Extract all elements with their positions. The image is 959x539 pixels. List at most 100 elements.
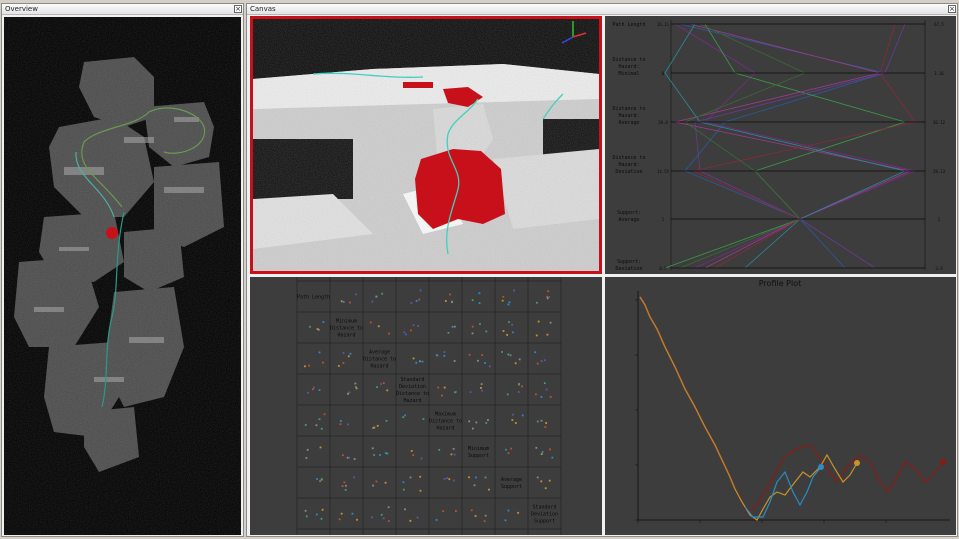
sm-point bbox=[547, 290, 550, 293]
sm-point bbox=[320, 517, 323, 520]
sm-point bbox=[471, 332, 474, 335]
sm-point bbox=[318, 418, 321, 421]
sm-point bbox=[545, 422, 548, 424]
sm-point bbox=[540, 480, 543, 483]
sm-point bbox=[354, 382, 357, 385]
sm-point bbox=[372, 484, 374, 487]
sm-point bbox=[304, 365, 306, 368]
sm-point bbox=[474, 515, 477, 517]
pc-axis-label: Average bbox=[618, 217, 639, 223]
sm-point bbox=[480, 383, 483, 386]
sm-point bbox=[347, 423, 349, 426]
sm-point bbox=[415, 300, 418, 302]
sm-point bbox=[535, 334, 538, 337]
sm-point bbox=[442, 510, 445, 513]
scatterplot-matrix-panel[interactable]: Path Length Minimum Distance to Hazard Avera… bbox=[250, 277, 602, 535]
sm-point bbox=[377, 325, 380, 328]
sm-point bbox=[511, 419, 514, 421]
sm-point bbox=[386, 389, 389, 392]
sm-point bbox=[546, 333, 549, 336]
sm-point bbox=[306, 448, 309, 451]
sm-point bbox=[388, 332, 390, 335]
sm-point bbox=[340, 512, 343, 515]
sm-point bbox=[485, 422, 488, 424]
canvas-titlebar[interactable]: Canvas × bbox=[247, 4, 957, 15]
sm-point bbox=[443, 355, 446, 357]
sm-point bbox=[468, 353, 471, 356]
parallel-coordinates-panel[interactable]: Path Length 16.11 67.5 Distance to Hazard: Mi… bbox=[605, 16, 956, 274]
sm-point bbox=[342, 301, 345, 303]
sm-point bbox=[507, 303, 510, 306]
sm-point bbox=[444, 300, 447, 302]
pc-axis-label: Hazard: bbox=[618, 162, 639, 168]
sm-point bbox=[347, 355, 350, 358]
sm-point bbox=[484, 514, 487, 517]
pc-axis-label: Distance to bbox=[612, 106, 645, 112]
sm-point bbox=[535, 301, 538, 304]
sm-point bbox=[549, 448, 551, 451]
sm-point bbox=[545, 388, 548, 391]
sm-point bbox=[546, 295, 549, 298]
sm-point bbox=[404, 414, 407, 417]
view-3d-panel[interactable] bbox=[250, 16, 602, 274]
sm-point bbox=[349, 352, 352, 355]
sm-point bbox=[506, 393, 509, 396]
sm-point bbox=[320, 427, 323, 430]
pc-axis-label: Average bbox=[618, 120, 639, 126]
sm-point bbox=[382, 382, 385, 384]
sm-point bbox=[380, 383, 382, 385]
sm-diagonal-label: Distance to bbox=[330, 326, 363, 332]
sm-point bbox=[409, 519, 412, 522]
sm-point bbox=[488, 365, 491, 368]
sm-point bbox=[512, 413, 514, 416]
sm-point bbox=[417, 325, 420, 327]
sm-point bbox=[475, 421, 478, 424]
sm-point bbox=[514, 362, 517, 365]
sm-point bbox=[521, 414, 524, 417]
sm-point bbox=[484, 362, 486, 364]
sm-point bbox=[356, 518, 358, 521]
sm-diagonal-label: Minimum bbox=[336, 319, 357, 325]
sm-point bbox=[373, 426, 376, 429]
sm-point bbox=[416, 516, 419, 519]
canvas-close-icon[interactable]: × bbox=[948, 5, 956, 13]
sm-point bbox=[441, 394, 443, 397]
sm-point bbox=[412, 357, 415, 360]
profile-plot-panel[interactable]: Profile Plot bbox=[605, 277, 956, 535]
sm-point bbox=[479, 323, 481, 326]
sm-point bbox=[473, 484, 476, 487]
sm-diagonal-label: Average bbox=[369, 350, 390, 356]
sm-point bbox=[548, 479, 551, 482]
sm-point bbox=[449, 293, 451, 296]
sm-point bbox=[506, 333, 509, 336]
sm-point bbox=[543, 359, 546, 362]
sm-point bbox=[443, 477, 446, 480]
sm-point bbox=[339, 423, 342, 426]
overview-titlebar[interactable]: Overview × bbox=[2, 4, 243, 15]
sm-point bbox=[341, 454, 344, 457]
pc-data-line bbox=[664, 23, 907, 269]
sm-point bbox=[435, 354, 438, 356]
sm-point bbox=[355, 387, 358, 390]
sm-point bbox=[376, 386, 378, 389]
sm-point bbox=[375, 295, 378, 298]
sm-diagonal-label: Maximum bbox=[435, 412, 456, 418]
pp-series-line bbox=[744, 466, 822, 518]
sm-point bbox=[535, 446, 538, 449]
sm-point bbox=[518, 358, 521, 361]
sm-point bbox=[305, 515, 308, 518]
sm-point bbox=[387, 506, 390, 509]
sm-point bbox=[513, 289, 515, 292]
sm-point bbox=[348, 391, 351, 394]
sm-point bbox=[478, 292, 481, 295]
overview-window: Overview × bbox=[1, 3, 244, 537]
sm-point bbox=[402, 416, 405, 419]
overview-map[interactable] bbox=[4, 17, 241, 535]
sm-point bbox=[546, 297, 549, 300]
sm-point bbox=[512, 331, 514, 334]
sm-point bbox=[304, 509, 307, 512]
sm-point bbox=[451, 325, 454, 328]
sm-diagonal-label: Standard bbox=[532, 505, 556, 511]
overview-close-icon[interactable]: × bbox=[234, 5, 242, 13]
sm-point bbox=[412, 324, 415, 327]
